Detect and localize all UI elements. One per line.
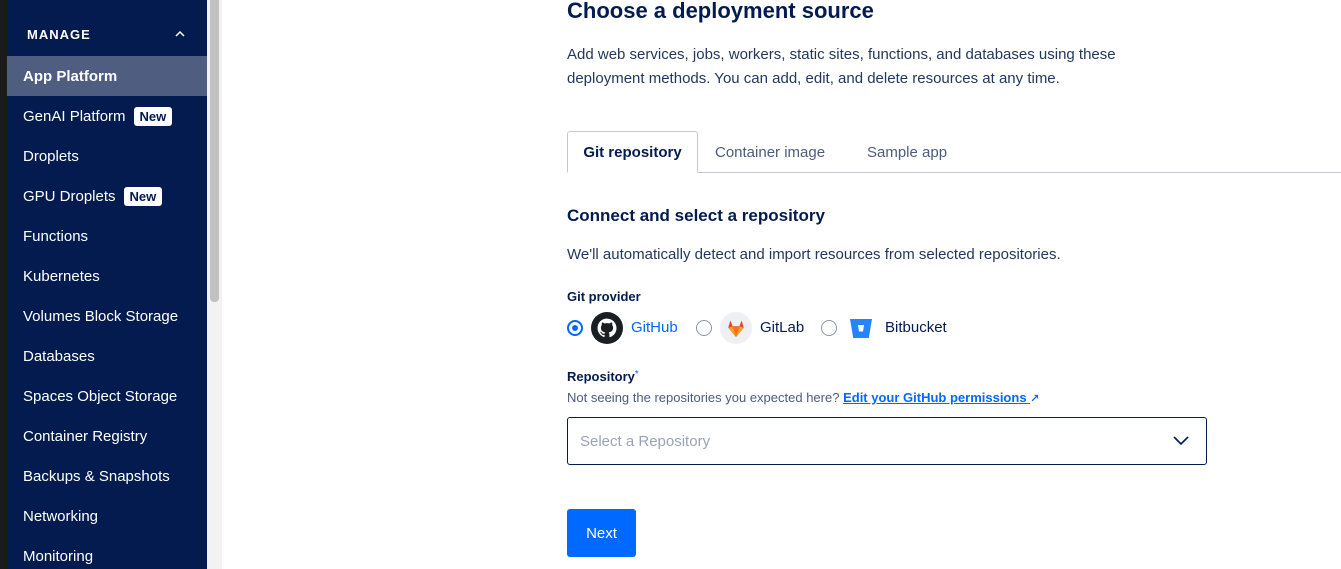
edit-github-permissions-link[interactable]: Edit your GitHub permissions ↗ — [843, 390, 1039, 405]
required-marker: * — [634, 369, 639, 380]
chevron-down-icon — [1173, 436, 1189, 446]
tab-sample-app[interactable]: Sample app — [867, 131, 947, 173]
repository-label: Repository* — [567, 369, 639, 384]
git-provider-options: GitHub GitLab Bitbucket — [567, 311, 987, 345]
tab-git-repository[interactable]: Git repository — [567, 131, 698, 173]
hint-text: Not seeing the repositories you expected… — [567, 390, 840, 405]
gitlab-radio[interactable] — [696, 320, 712, 336]
tab-label: Container image — [715, 143, 826, 161]
bitbucket-icon — [850, 319, 872, 338]
link-text: Edit your GitHub permissions — [843, 390, 1027, 405]
bitbucket-radio[interactable] — [821, 320, 837, 336]
page-title: Choose a deployment source — [567, 0, 874, 23]
tab-label: Git repository — [583, 143, 682, 161]
external-link-icon: ↗ — [1030, 393, 1040, 405]
select-placeholder: Select a Repository — [580, 432, 711, 450]
git-provider-label: Git provider — [567, 289, 641, 304]
repository-select[interactable]: Select a Repository — [567, 417, 1207, 465]
gitlab-icon — [720, 312, 752, 344]
section-description: We'll automatically detect and import re… — [567, 246, 1061, 263]
gitlab-label[interactable]: GitLab — [760, 319, 804, 336]
tab-label: Sample app — [867, 143, 948, 161]
page-description: Add web services, jobs, workers, static … — [567, 46, 1116, 87]
github-label[interactable]: GitHub — [631, 319, 678, 336]
bitbucket-label[interactable]: Bitbucket — [885, 319, 947, 336]
repository-label-text: Repository — [567, 369, 635, 384]
section-title: Connect and select a repository — [567, 206, 825, 225]
github-icon — [591, 312, 623, 344]
tab-container-image[interactable]: Container image — [715, 131, 825, 173]
main-content: Choose a deployment source Add web servi… — [0, 0, 1341, 569]
next-button[interactable]: Next — [567, 509, 636, 557]
github-radio[interactable] — [567, 320, 583, 336]
repository-hint: Not seeing the repositories you expected… — [567, 390, 1039, 405]
